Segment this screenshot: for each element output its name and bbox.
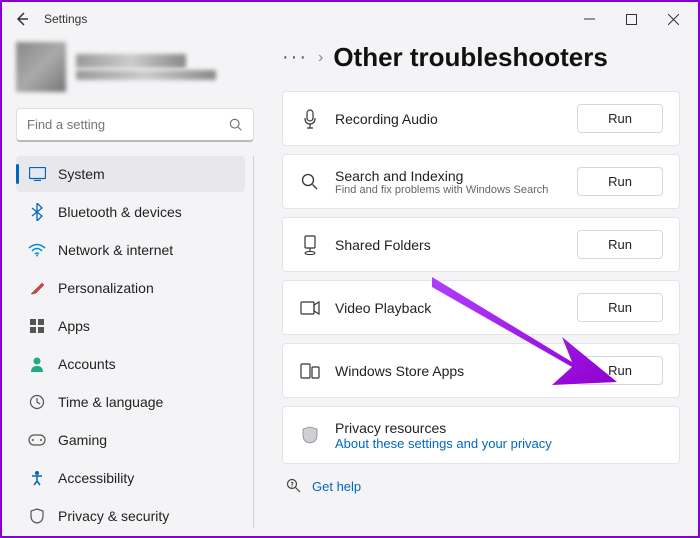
close-icon [668, 14, 679, 25]
privacy-shield-icon [299, 424, 321, 446]
sidebar-item-label: Accessibility [58, 470, 134, 486]
profile-text [76, 54, 216, 80]
sidebar-item-label: Accounts [58, 356, 116, 372]
troubleshooter-video-playback: Video Playback Run [282, 280, 680, 335]
troubleshooter-title: Shared Folders [335, 237, 563, 253]
search-input[interactable] [27, 117, 229, 132]
sidebar-item-label: Personalization [58, 280, 154, 296]
sidebar-item-network[interactable]: Network & internet [16, 232, 245, 268]
sidebar-item-bluetooth[interactable]: Bluetooth & devices [16, 194, 245, 230]
breadcrumb: ··· › Other troubleshooters [282, 42, 680, 73]
bluetooth-icon [28, 203, 46, 221]
help-icon [286, 478, 302, 494]
privacy-link[interactable]: About these settings and your privacy [335, 436, 663, 451]
sidebar-item-label: Bluetooth & devices [58, 204, 182, 220]
privacy-resources-card: Privacy resources About these settings a… [282, 406, 680, 464]
shield-icon [28, 507, 46, 525]
run-button[interactable]: Run [577, 356, 663, 385]
troubleshooter-search-indexing: Search and Indexing Find and fix problem… [282, 154, 680, 209]
get-help-link[interactable]: Get help [312, 479, 361, 494]
troubleshooter-shared-folders: Shared Folders Run [282, 217, 680, 272]
troubleshooter-list: Recording Audio Run Search and Indexing … [282, 91, 680, 464]
titlebar: Settings [2, 2, 698, 36]
sidebar-item-label: Network & internet [58, 242, 173, 258]
troubleshooter-title: Search and Indexing [335, 168, 563, 184]
chevron-right-icon: › [318, 49, 323, 67]
search-troubleshoot-icon [299, 171, 321, 193]
minimize-button[interactable] [568, 3, 610, 35]
sidebar-item-accounts[interactable]: Accounts [16, 346, 245, 382]
sidebar-item-label: Gaming [58, 432, 107, 448]
run-button[interactable]: Run [577, 167, 663, 196]
troubleshooter-title: Windows Store Apps [335, 363, 563, 379]
video-icon [299, 297, 321, 319]
sidebar-item-accessibility[interactable]: Accessibility [16, 460, 245, 496]
troubleshooter-title: Video Playback [335, 300, 563, 316]
search-box[interactable] [16, 108, 254, 142]
search-icon [229, 118, 243, 132]
privacy-title: Privacy resources [335, 420, 663, 436]
sidebar-item-label: Apps [58, 318, 90, 334]
shared-folder-icon [299, 234, 321, 256]
sidebar-item-apps[interactable]: Apps [16, 308, 245, 344]
run-button[interactable]: Run [577, 230, 663, 259]
clock-icon [28, 393, 46, 411]
troubleshooter-recording-audio: Recording Audio Run [282, 91, 680, 146]
sidebar-item-label: Privacy & security [58, 508, 169, 524]
profile-block[interactable] [16, 36, 254, 98]
gaming-icon [28, 431, 46, 449]
maximize-icon [626, 14, 637, 25]
sidebar-item-label: Time & language [58, 394, 163, 410]
main-content: ··· › Other troubleshooters Recording Au… [262, 36, 698, 536]
person-icon [28, 355, 46, 373]
maximize-button[interactable] [610, 3, 652, 35]
paintbrush-icon [28, 279, 46, 297]
sidebar: System Bluetooth & devices Network & int… [2, 36, 262, 536]
accessibility-icon [28, 469, 46, 487]
troubleshooter-windows-store-apps: Windows Store Apps Run [282, 343, 680, 398]
system-icon [28, 165, 46, 183]
close-button[interactable] [652, 3, 694, 35]
window-controls [568, 3, 694, 35]
troubleshooter-title: Recording Audio [335, 111, 563, 127]
sidebar-item-privacy-security[interactable]: Privacy & security [16, 498, 245, 528]
troubleshooter-subtitle: Find and fix problems with Windows Searc… [335, 184, 563, 196]
minimize-icon [584, 14, 595, 25]
back-arrow-icon [14, 11, 30, 27]
back-button[interactable] [6, 3, 38, 35]
page-title: Other troubleshooters [333, 42, 607, 73]
sidebar-item-personalization[interactable]: Personalization [16, 270, 245, 306]
sidebar-item-gaming[interactable]: Gaming [16, 422, 245, 458]
breadcrumb-more-button[interactable]: ··· [282, 46, 308, 69]
window-title: Settings [44, 12, 87, 26]
apps-icon [28, 317, 46, 335]
sidebar-item-label: System [58, 166, 105, 182]
run-button[interactable]: Run [577, 293, 663, 322]
run-button[interactable]: Run [577, 104, 663, 133]
sidebar-item-time-language[interactable]: Time & language [16, 384, 245, 420]
store-apps-icon [299, 360, 321, 382]
sidebar-item-system[interactable]: System [16, 156, 245, 192]
nav: System Bluetooth & devices Network & int… [16, 156, 254, 528]
help-row: Get help [282, 478, 680, 494]
wifi-icon [28, 241, 46, 259]
avatar [16, 42, 66, 92]
microphone-icon [299, 108, 321, 130]
